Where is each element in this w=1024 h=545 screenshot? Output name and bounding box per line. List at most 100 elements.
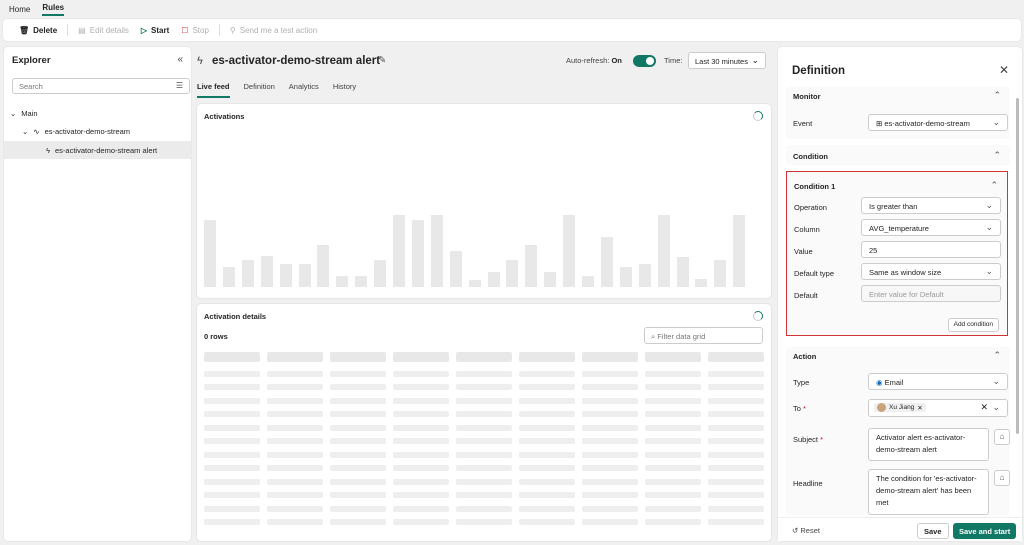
tab-live-feed[interactable]: Live feed (197, 78, 230, 98)
skeleton-bar (487, 272, 500, 287)
skeleton-bar (298, 264, 311, 287)
action-type-dropdown[interactable]: ◉ Email ⌄ (868, 373, 1008, 390)
skeleton-bar (733, 215, 746, 287)
explorer-pane: Explorer « Search ☰ ⌄ Main ⌄ ∿ es-activator… (4, 47, 191, 541)
skeleton-bar (619, 267, 632, 287)
tree-item-stream[interactable]: ⌄ ∿ es-activator-demo-stream (4, 122, 191, 140)
save-and-start-button[interactable]: Save and start (953, 523, 1017, 539)
to-recipients-input[interactable]: Xu Jiang ✕ ✕ ⌄ (868, 399, 1008, 417)
skeleton-cell (267, 384, 323, 390)
tag-icon[interactable]: ⌂ (994, 429, 1010, 445)
explorer-search-input[interactable]: Search ☰ (12, 78, 190, 94)
skeleton-cell (393, 370, 449, 377)
tree-item-alert[interactable]: ϟ es-activator-demo-stream alert (4, 141, 191, 159)
skeleton-cell (267, 370, 323, 377)
send-test-action-button[interactable]: ⚲ Send me a test action (224, 19, 323, 41)
skeleton-cell (204, 397, 260, 404)
divider (67, 24, 69, 36)
value-input[interactable]: 25 (861, 241, 1001, 258)
tree-item-main[interactable]: ⌄ Main (4, 104, 191, 122)
subject-input[interactable]: Activator alert es-activator-demo-stream… (868, 428, 989, 461)
save-button[interactable]: Save (917, 523, 949, 539)
skeleton-cell (330, 352, 386, 362)
chevron-up-icon[interactable]: ⌃ (993, 90, 1001, 101)
scrollbar-thumb[interactable] (1016, 98, 1019, 434)
skeleton-cell (708, 411, 764, 417)
skeleton-cell (645, 478, 701, 485)
skeleton-cell (519, 492, 575, 498)
skeleton-cell (393, 424, 449, 431)
headline-input[interactable]: The condition for 'es-activator-demo-str… (868, 469, 989, 515)
skeleton-cell (519, 465, 575, 471)
rule-header: ϟ es-activator-demo-stream alert ✎ Auto-… (197, 50, 772, 76)
skeleton-bar (279, 264, 292, 287)
chevron-down-icon: ⌄ (10, 108, 17, 118)
skeleton-cell (330, 438, 386, 444)
time-label: Time: (664, 56, 683, 65)
skeleton-cell (267, 478, 323, 485)
tab-home[interactable]: Home (9, 5, 30, 16)
skeleton-cell (708, 370, 764, 377)
stop-button[interactable]: ☐ Stop (175, 19, 215, 41)
bolt-icon: ϟ (46, 145, 50, 155)
chevron-up-icon[interactable]: ⌃ (993, 150, 1001, 161)
skeleton-cell (582, 411, 638, 417)
operation-dropdown[interactable]: Is greater than ⌄ (861, 197, 1001, 214)
activation-details-card: Activation details 0 rows ⌕ Filter data … (197, 304, 771, 541)
skeleton-cell (330, 370, 386, 377)
skeleton-cell (456, 438, 512, 444)
skeleton-cell (519, 411, 575, 417)
tag-icon[interactable]: ⌂ (994, 470, 1010, 486)
default-type-dropdown[interactable]: Same as window size ⌄ (861, 263, 1001, 280)
time-range-dropdown[interactable]: Last 30 minutes ⌄ (688, 52, 766, 69)
filter-grid-input[interactable]: ⌕ Filter data grid (644, 327, 763, 344)
start-button[interactable]: ▷ Start (135, 19, 175, 41)
tab-history[interactable]: History (333, 78, 356, 98)
condition-section: Condition ⌃ (786, 145, 1010, 165)
panel-title: Definition (792, 65, 846, 77)
chevron-up-icon[interactable]: ⌃ (990, 180, 998, 191)
skeleton-cell (456, 465, 512, 471)
skeleton-cell (393, 411, 449, 417)
value-label: Value (794, 247, 813, 256)
skeleton-cell (708, 478, 764, 485)
remove-icon[interactable]: ✕ (917, 404, 922, 412)
column-dropdown[interactable]: AVG_temperature ⌄ (861, 219, 1001, 236)
delete-button[interactable]: 🗑 Delete (13, 19, 63, 41)
tab-analytics[interactable]: Analytics (289, 78, 319, 98)
skeleton-bar (582, 276, 594, 287)
skeleton-cell (519, 519, 575, 525)
filter-icon[interactable]: ☰ (176, 81, 183, 90)
skeleton-cell (393, 438, 449, 444)
chevron-up-icon[interactable]: ⌃ (993, 350, 1001, 361)
event-dropdown[interactable]: ⊞ es-activator-demo-stream ⌄ (868, 114, 1008, 131)
panel-scrollbar[interactable] (1015, 90, 1020, 510)
edit-details-button[interactable]: ▤ Edit details (72, 19, 135, 41)
reset-button[interactable]: ↺ Reset (792, 526, 820, 535)
skeleton-cell (582, 384, 638, 390)
skeleton-bar (468, 280, 481, 287)
clear-icon[interactable]: ✕ (980, 402, 988, 413)
tab-rules[interactable]: Rules (42, 3, 65, 16)
skeleton-cell (330, 465, 386, 471)
skeleton-cell (204, 424, 260, 431)
auto-refresh-toggle[interactable] (633, 55, 656, 67)
skeleton-cell (708, 438, 764, 444)
skeleton-cell (645, 352, 701, 362)
skeleton-cell (330, 424, 386, 431)
close-icon[interactable]: ✕ (999, 63, 1009, 77)
chevron-down-icon: ⌄ (985, 200, 993, 210)
add-condition-button[interactable]: Add condition (947, 318, 999, 332)
skeleton-cell (582, 492, 638, 498)
chevron-down-icon: ⌄ (985, 266, 993, 276)
skeleton-bar (355, 276, 368, 287)
top-nav: Home Rules (0, 0, 1024, 16)
skeleton-cell (708, 492, 764, 498)
collapse-icon[interactable]: « (177, 54, 183, 65)
tab-definition[interactable]: Definition (244, 78, 275, 98)
skeleton-cell (267, 397, 323, 404)
default-input[interactable]: Enter value for Default (861, 285, 1001, 302)
skeleton-cell (204, 478, 260, 485)
pencil-icon[interactable]: ✎ (378, 55, 386, 66)
skeleton-cell (708, 397, 764, 404)
